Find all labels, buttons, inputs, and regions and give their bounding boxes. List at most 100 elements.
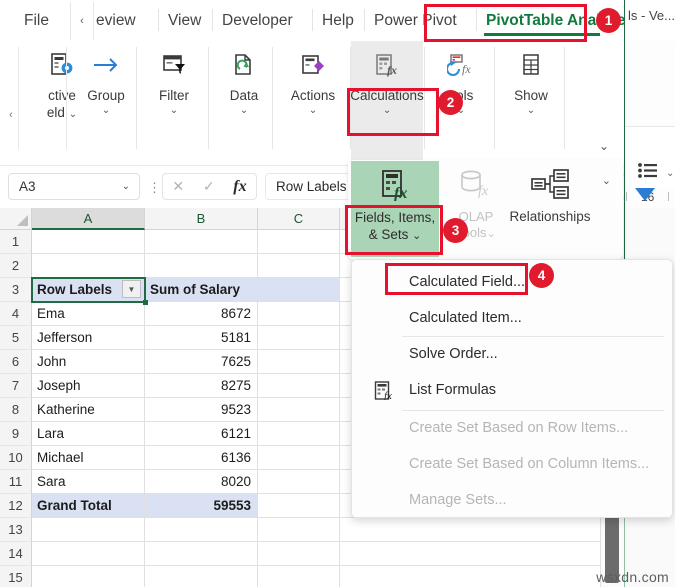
cell-a5[interactable]: Jefferson — [32, 326, 145, 350]
tab-help[interactable]: Help — [322, 6, 354, 36]
cell-c14[interactable] — [258, 542, 340, 566]
cell-b12[interactable]: 59553 — [145, 494, 258, 518]
chevron-down-icon[interactable]: ⌄ — [122, 174, 130, 199]
column-header-c[interactable]: C — [258, 208, 340, 230]
cell-c3[interactable] — [258, 278, 340, 302]
relationships-button[interactable]: Relationships — [487, 161, 613, 257]
column-header-a[interactable]: A — [32, 208, 145, 230]
row-header-3[interactable]: 3 — [0, 278, 32, 302]
fill-handle[interactable] — [143, 300, 148, 305]
ribbon-data[interactable]: Data ⌄ — [212, 43, 276, 153]
chevron-down-icon[interactable]: ⌄ — [240, 105, 248, 116]
cell-b14[interactable] — [145, 542, 258, 566]
cell-c1[interactable] — [258, 230, 340, 254]
cell-b6[interactable]: 7625 — [145, 350, 258, 374]
ribbon-group[interactable]: Group ⌄ — [70, 43, 142, 153]
cell-d14[interactable] — [340, 542, 601, 566]
row-header-5[interactable]: 5 — [0, 326, 32, 350]
cell-b11[interactable]: 8020 — [145, 470, 258, 494]
row-header-1[interactable]: 1 — [0, 230, 32, 254]
cell-c2[interactable] — [258, 254, 340, 278]
collapse-chevron-icon[interactable]: ‹ — [9, 109, 13, 121]
tab-review[interactable]: eview — [96, 6, 136, 36]
cell-c4[interactable] — [258, 302, 340, 326]
cell-b3[interactable]: Sum of Salary — [145, 278, 258, 302]
cell-b1[interactable] — [145, 230, 258, 254]
ribbon-actions[interactable]: Actions ⌄ — [276, 43, 350, 153]
ribbon-filter[interactable]: Filter ⌄ — [140, 43, 208, 153]
cell-a6[interactable]: John — [32, 350, 145, 374]
cell-a4[interactable]: Ema — [32, 302, 145, 326]
row-header-2[interactable]: 2 — [0, 254, 32, 278]
cell-b8[interactable]: 9523 — [145, 398, 258, 422]
cell-c8[interactable] — [258, 398, 340, 422]
row-header-11[interactable]: 11 — [0, 470, 32, 494]
cell-b10[interactable]: 6136 — [145, 446, 258, 470]
cell-a13[interactable] — [32, 518, 145, 542]
cancel-icon[interactable]: ✕ — [172, 178, 184, 195]
chevron-down-icon[interactable]: ⌄ — [170, 105, 178, 116]
menu-item-calculated-item[interactable]: Calculated Item... — [352, 301, 674, 335]
cell-c15[interactable] — [258, 566, 340, 587]
cell-a7[interactable]: Joseph — [32, 374, 145, 398]
cell-c5[interactable] — [258, 326, 340, 350]
ribbon-overflow-chevron-icon[interactable]: ⌄ — [599, 139, 609, 153]
formula-bar-grip[interactable]: ⋮ — [148, 180, 161, 196]
row-header-13[interactable]: 13 — [0, 518, 32, 542]
cell-c13[interactable] — [258, 518, 340, 542]
row-header-7[interactable]: 7 — [0, 374, 32, 398]
row-header-15[interactable]: 15 — [0, 566, 32, 587]
row-header-10[interactable]: 10 — [0, 446, 32, 470]
insert-function-fx-icon[interactable]: fx — [233, 178, 246, 196]
tab-developer[interactable]: Developer — [222, 6, 293, 36]
zoom-indicator[interactable]: 16 — [624, 188, 675, 208]
select-all-corner[interactable] — [0, 208, 32, 230]
row-header-12[interactable]: 12 — [0, 494, 32, 518]
cell-b5[interactable]: 5181 — [145, 326, 258, 350]
menu-item-solve-order[interactable]: Solve Order... — [352, 337, 674, 371]
cell-b7[interactable]: 8275 — [145, 374, 258, 398]
cell-d15[interactable] — [340, 566, 601, 587]
cell-a15[interactable] — [32, 566, 145, 587]
row-header-9[interactable]: 9 — [0, 422, 32, 446]
cell-c6[interactable] — [258, 350, 340, 374]
cell-c10[interactable] — [258, 446, 340, 470]
chevron-down-icon[interactable]: ⌄ — [102, 105, 110, 116]
cell-b4[interactable]: 8672 — [145, 302, 258, 326]
row-header-4[interactable]: 4 — [0, 302, 32, 326]
cell-a2[interactable] — [32, 254, 145, 278]
cell-a9[interactable]: Lara — [32, 422, 145, 446]
list-icon[interactable] — [638, 163, 658, 178]
cell-a11[interactable]: Sara — [32, 470, 145, 494]
cell-b13[interactable] — [145, 518, 258, 542]
ribbon-show[interactable]: Show ⌄ — [498, 43, 564, 153]
chevron-down-icon[interactable]: ⌄ — [527, 105, 535, 116]
cell-a8[interactable]: Katherine — [32, 398, 145, 422]
down-arrow-icon[interactable] — [635, 188, 655, 201]
cell-c11[interactable] — [258, 470, 340, 494]
cell-c12[interactable] — [258, 494, 340, 518]
column-header-b[interactable]: B — [145, 208, 258, 230]
chevron-down-icon-right[interactable]: ⌄ — [666, 168, 674, 179]
cell-d13[interactable] — [340, 518, 601, 542]
row-labels-filter-button[interactable]: ▼ — [122, 280, 141, 298]
cell-a14[interactable] — [32, 542, 145, 566]
cell-c7[interactable] — [258, 374, 340, 398]
cell-b9[interactable]: 6121 — [145, 422, 258, 446]
chevron-down-icon[interactable]: ⌄ — [309, 105, 317, 116]
enter-check-icon[interactable]: ✓ — [203, 178, 215, 195]
tab-file[interactable]: File — [24, 6, 49, 36]
tab-view[interactable]: View — [168, 6, 201, 36]
row-header-6[interactable]: 6 — [0, 350, 32, 374]
cell-a10[interactable]: Michael — [32, 446, 145, 470]
menu-item-list-formulas[interactable]: fx List Formulas — [352, 373, 674, 407]
cell-a1[interactable] — [32, 230, 145, 254]
row-header-14[interactable]: 14 — [0, 542, 32, 566]
cell-c9[interactable] — [258, 422, 340, 446]
cell-b15[interactable] — [145, 566, 258, 587]
name-box[interactable]: A3 ⌄ — [8, 173, 140, 200]
row-header-8[interactable]: 8 — [0, 398, 32, 422]
cell-b2[interactable] — [145, 254, 258, 278]
cell-a12[interactable]: Grand Total — [32, 494, 145, 518]
tab-scroll-left-icon[interactable]: ‹ — [70, 2, 94, 40]
